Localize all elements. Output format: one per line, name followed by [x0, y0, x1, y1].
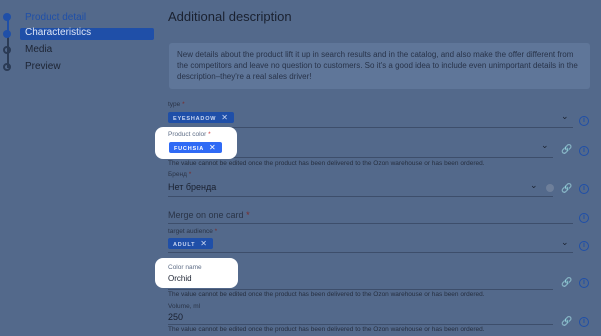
step-dot-media: [3, 46, 11, 54]
brand-underline: [168, 196, 553, 197]
brand-clear-icon[interactable]: [546, 184, 554, 192]
type-chevron-down-icon[interactable]: ⌄: [561, 111, 569, 122]
step-product-detail[interactable]: Product detail: [25, 12, 86, 23]
target-audience-label: target audience *: [168, 228, 218, 235]
page-title: Additional description: [168, 9, 292, 24]
target-audience-chevron-down-icon[interactable]: ⌄: [561, 237, 569, 248]
product-color-tag[interactable]: FUCHSIA ✕: [169, 142, 222, 153]
product-color-chevron-down-icon[interactable]: ⌄: [541, 140, 549, 151]
step-characteristics[interactable]: Characteristics: [20, 27, 154, 40]
volume-underline: [168, 324, 553, 325]
product-color-field-highlight[interactable]: Product color * FUCHSIA ✕: [155, 127, 237, 159]
product-color-label: Product color *: [168, 131, 211, 138]
product-color-tag-remove-icon[interactable]: ✕: [209, 143, 217, 152]
type-tag-remove-icon[interactable]: ✕: [221, 113, 229, 122]
target-audience-info-icon[interactable]: i: [579, 241, 589, 251]
merge-underline: [168, 223, 573, 224]
target-audience-tag[interactable]: ADULT ✕: [168, 238, 213, 249]
volume-label: Volume, ml: [168, 303, 201, 310]
type-tag[interactable]: EYESHADOW ✕: [168, 112, 234, 123]
brand-value[interactable]: Нет бренда: [168, 182, 216, 192]
color-name-link-icon[interactable]: 🔗: [561, 277, 572, 288]
target-audience-tag-remove-icon[interactable]: ✕: [200, 239, 208, 248]
merge-info-icon[interactable]: i: [579, 213, 589, 223]
volume-value[interactable]: 250: [168, 312, 183, 322]
hint-box: New details about the product lift it up…: [169, 43, 590, 89]
color-name-info-icon[interactable]: i: [579, 278, 589, 288]
step-dot-preview: [3, 63, 11, 71]
step-dot-product-detail: [3, 13, 11, 21]
color-name-label: Color name: [168, 264, 202, 271]
type-label: type *: [168, 101, 185, 108]
stepper-sidebar: Product detail Characteristics Media Pre…: [0, 0, 160, 336]
step-media[interactable]: Media: [25, 44, 52, 55]
type-info-icon[interactable]: i: [579, 116, 589, 126]
color-name-field-highlight[interactable]: Color name Orchid: [155, 258, 238, 288]
product-color-note: The value cannot be edited once the prod…: [168, 160, 485, 167]
step-preview[interactable]: Preview: [25, 61, 61, 72]
volume-link-icon[interactable]: 🔗: [561, 316, 572, 327]
step-dot-characteristics: [3, 30, 11, 38]
color-name-underline: [168, 289, 553, 290]
product-color-info-icon[interactable]: i: [579, 146, 589, 156]
brand-chevron-down-icon[interactable]: ⌄: [530, 180, 538, 191]
volume-note: The value cannot be edited once the prod…: [168, 326, 485, 333]
brand-link-icon[interactable]: 🔗: [561, 183, 572, 194]
step-characteristics-label: Characteristics: [25, 27, 92, 38]
color-name-value[interactable]: Orchid: [168, 274, 192, 283]
color-name-note: The value cannot be edited once the prod…: [168, 291, 485, 298]
brand-info-icon[interactable]: i: [579, 184, 589, 194]
volume-info-icon[interactable]: i: [579, 317, 589, 327]
brand-label: Бренд *: [168, 171, 192, 178]
product-color-link-icon[interactable]: 🔗: [561, 144, 572, 155]
merge-placeholder[interactable]: Merge on one card *: [168, 210, 250, 220]
target-audience-underline: [168, 252, 573, 253]
hint-text: New details about the product lift it up…: [177, 50, 578, 81]
